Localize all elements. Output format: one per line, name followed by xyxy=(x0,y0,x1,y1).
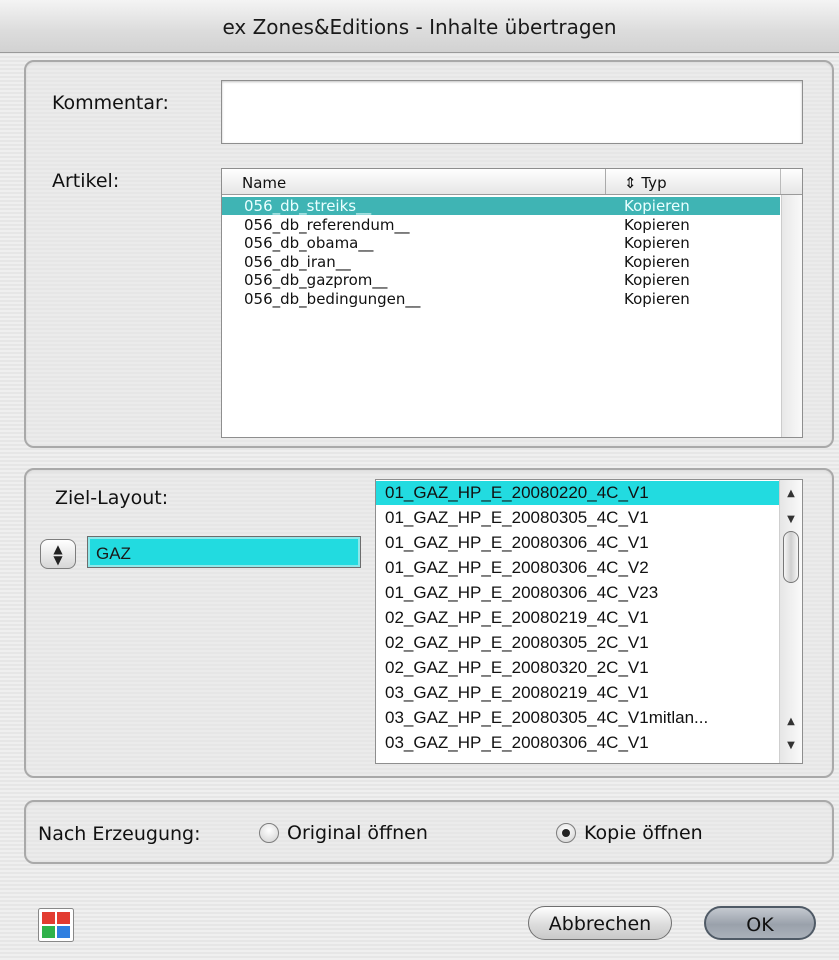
radio-original-label: Original öffnen xyxy=(287,822,428,844)
scroll-down-arrow-icon[interactable]: ▼ xyxy=(780,738,802,754)
radio-kopie-label: Kopie öffnen xyxy=(584,822,703,844)
table-row[interactable]: 056_db_referendum__ Kopieren xyxy=(222,216,780,234)
table-row[interactable]: 056_db_bedingungen__ Kopieren xyxy=(222,290,780,308)
layout-name: 02_GAZ_HP_E_20080320_2C_V1 xyxy=(385,658,649,677)
article-name: 056_db_gazprom__ xyxy=(244,271,388,290)
articles-label: Artikel: xyxy=(52,170,120,192)
article-type: Kopieren xyxy=(624,215,690,234)
list-item[interactable]: 03_GAZ_HP_E_20080306_4C_V1 xyxy=(376,731,780,755)
up-down-stepper-icon: ▲ ▼ xyxy=(53,542,63,567)
layout-name: 01_GAZ_HP_E_20080220_4C_V1 xyxy=(385,483,649,502)
layout-name: 02_GAZ_HP_E_20080305_2C_V1 xyxy=(385,633,649,652)
radio-dot xyxy=(562,829,570,837)
article-name: 056_db_obama__ xyxy=(244,234,374,253)
list-item[interactable]: 02_GAZ_HP_E_20080305_2C_V1 xyxy=(376,631,780,655)
article-name: 056_db_referendum__ xyxy=(244,215,410,234)
table-row[interactable]: 056_db_streiks__ Kopieren xyxy=(222,197,780,215)
table-row[interactable]: 056_db_iran__ Kopieren xyxy=(222,253,780,271)
layout-name: 03_GAZ_HP_E_20080305_4C_V1mitlan... xyxy=(385,708,709,727)
article-type: Kopieren xyxy=(624,197,690,215)
layout-name: 03_GAZ_HP_E_20080219_4C_V1 xyxy=(385,683,649,702)
scroll-up-arrow-icon[interactable]: ▲ xyxy=(780,714,802,730)
list-item[interactable]: 01_GAZ_HP_E_20080306_4C_V23 xyxy=(376,581,780,605)
list-item[interactable]: 03_GAZ_HP_E_20080305_4C_V1mitlan... xyxy=(376,706,780,730)
radio-circle xyxy=(259,823,279,843)
layout-name: 01_GAZ_HP_E_20080306_4C_V2 xyxy=(385,558,649,577)
article-name: 056_db_iran__ xyxy=(244,252,351,271)
app-color-icon[interactable] xyxy=(38,908,74,942)
list-item[interactable]: 03_GAZ_HP_E_20080219_4C_V1 xyxy=(376,681,780,705)
list-item[interactable]: 01_GAZ_HP_E_20080306_4C_V2 xyxy=(376,556,780,580)
article-type: Kopieren xyxy=(624,271,690,290)
table-row[interactable]: 056_db_obama__ Kopieren xyxy=(222,234,780,252)
article-name: 056_db_bedingungen__ xyxy=(244,290,421,308)
layout-scrollbar[interactable]: ▲ ▼ ▲ ▼ xyxy=(779,480,802,763)
window-title: ex Zones&Editions - Inhalte übertragen xyxy=(0,0,839,53)
article-name: 056_db_streiks__ xyxy=(244,197,372,215)
list-item[interactable]: 01_GAZ_HP_E_20080220_4C_V1 xyxy=(376,481,780,505)
article-type: Kopieren xyxy=(624,234,690,253)
list-item[interactable]: 02_GAZ_HP_E_20080219_4C_V1 xyxy=(376,606,780,630)
articles-table[interactable]: Name ⇕ Typ 056_db_streiks__ Kopieren 056_d… xyxy=(221,168,803,438)
articles-table-header: Name ⇕ Typ xyxy=(222,169,802,195)
list-item[interactable]: 02_GAZ_HP_E_20080320_2C_V1 xyxy=(376,656,780,680)
layout-name: 03_GAZ_HP_E_20080306_4C_V1 xyxy=(385,733,649,752)
cancel-button[interactable]: Abbrechen xyxy=(528,906,672,940)
layout-list[interactable]: 01_GAZ_HP_E_20080220_4C_V1 01_GAZ_HP_E_20… xyxy=(375,479,803,764)
table-row[interactable]: 056_db_gazprom__ Kopieren xyxy=(222,271,780,289)
layout-name: 01_GAZ_HP_E_20080306_4C_V1 xyxy=(385,533,649,552)
ok-button[interactable]: OK xyxy=(704,906,816,940)
list-item[interactable]: 01_GAZ_HP_E_20080305_4C_V1 xyxy=(376,506,780,530)
layout-filter-field[interactable]: GAZ xyxy=(88,537,360,567)
articles-scrollbar[interactable] xyxy=(781,195,802,437)
list-item[interactable]: 01_GAZ_HP_E_20080306_4C_V1 xyxy=(376,531,780,555)
scroll-up-arrow-icon[interactable]: ▲ xyxy=(780,486,802,502)
comment-label: Kommentar: xyxy=(52,92,169,114)
scroll-down-arrow-icon[interactable]: ▼ xyxy=(780,512,802,528)
column-divider xyxy=(780,169,781,194)
up-down-sort-icon: ⇕ xyxy=(624,174,637,192)
column-header-type[interactable]: ⇕ Typ xyxy=(624,174,667,192)
column-header-name[interactable]: Name xyxy=(242,174,286,192)
article-type: Kopieren xyxy=(624,290,690,308)
comment-field[interactable] xyxy=(221,80,803,144)
target-layout-label: Ziel-Layout: xyxy=(55,487,169,509)
layout-name: 01_GAZ_HP_E_20080306_4C_V23 xyxy=(385,583,659,602)
layout-name: 01_GAZ_HP_E_20080305_4C_V1 xyxy=(385,508,649,527)
article-type: Kopieren xyxy=(624,252,690,271)
radio-circle xyxy=(556,823,576,843)
layout-name: 02_GAZ_HP_E_20080219_4C_V1 xyxy=(385,608,649,627)
column-header-type-label: Typ xyxy=(641,174,667,192)
column-divider xyxy=(605,169,606,194)
after-creation-label: Nach Erzeugung: xyxy=(38,823,201,845)
scroll-thumb[interactable] xyxy=(783,531,799,583)
layout-popup-button[interactable]: ▲ ▼ xyxy=(40,539,76,569)
